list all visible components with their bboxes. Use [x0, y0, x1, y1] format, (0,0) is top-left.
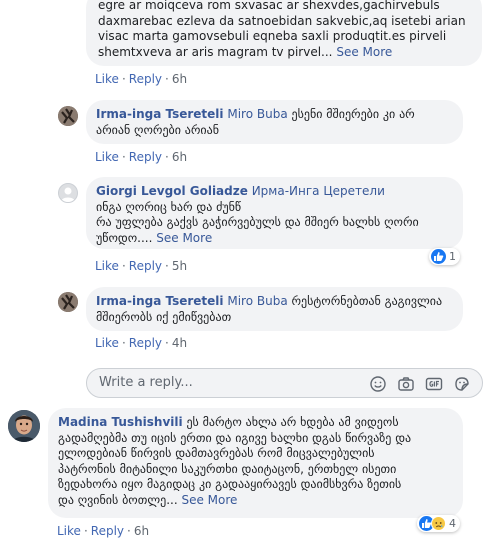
reply-input[interactable]	[97, 374, 351, 391]
comment-text-line: უწოდო....	[96, 230, 153, 245]
like-link[interactable]: Like	[95, 72, 119, 86]
avatar[interactable]	[58, 106, 78, 126]
comment-text-line: რა უფლება გაქვს გაჭირვებულს და მშიერ ხალ…	[96, 215, 419, 229]
emoji-icon[interactable]	[369, 375, 387, 393]
like-link[interactable]: Like	[95, 336, 119, 350]
comment-bubble: Madina Tushishvili ეს მარტო ახლა არ ხდებ…	[48, 408, 463, 518]
avatar[interactable]	[58, 292, 78, 312]
reply-link[interactable]: Reply	[91, 524, 124, 538]
see-more-link[interactable]: See More	[181, 493, 237, 507]
tagged-user[interactable]: Miro Buba	[227, 107, 287, 121]
tagged-user[interactable]: Ирма-Инга Церетели	[252, 184, 385, 198]
comment-bubble: egre ar moiqceva rom sxvasac ar shexvdes…	[86, 0, 482, 66]
comment-author[interactable]: Irma-inga Tsereteli	[96, 294, 224, 308]
reply-link[interactable]: Reply	[129, 150, 162, 164]
gif-icon[interactable]	[425, 375, 443, 393]
comment-text-line: ელოდებიან წირვის დამთავრებას რომ მიცვალე…	[58, 446, 375, 460]
comment-text-line: visac marta gamovsebuli eqneba saxli pro…	[98, 29, 447, 43]
see-more-link[interactable]: See More	[156, 231, 212, 245]
comment-text: მშიერობს იქ ემიწვებათ	[96, 309, 232, 324]
comment-text-line: ზედახორა იყო მაგიდაც კი გადააყირავეს დაი…	[58, 477, 402, 491]
sticker-icon[interactable]	[453, 375, 471, 393]
timestamp[interactable]: 6h	[172, 72, 187, 86]
reply-link[interactable]: Reply	[129, 72, 162, 86]
like-link[interactable]: Like	[57, 524, 81, 538]
comment-bubble: Irma-inga Tsereteli Miro Buba რესტორნებთ…	[86, 287, 463, 331]
avatar[interactable]	[8, 410, 40, 442]
sad-reaction-icon	[431, 516, 446, 531]
comment-text: რესტორნებთან გაგივლია	[287, 294, 443, 308]
reply-link[interactable]: Reply	[129, 259, 162, 273]
like-link[interactable]: Like	[95, 259, 119, 273]
comment-actions: Like · Reply · 4h	[95, 336, 188, 350]
comment-text-line: egre ar moiqceva rom sxvasac ar shexvdes…	[98, 0, 440, 12]
like-reaction-icon	[431, 249, 446, 264]
timestamp[interactable]: 6h	[134, 524, 149, 538]
reaction-summary[interactable]: 1	[429, 248, 460, 265]
reply-box	[86, 368, 483, 398]
like-link[interactable]: Like	[95, 150, 119, 164]
reaction-summary[interactable]: 4	[417, 515, 460, 532]
reaction-count: 4	[449, 517, 456, 530]
comment-text: ესენი მშიერები კი არ	[287, 107, 415, 121]
comment-text: არიან ღორები არიან	[96, 122, 219, 137]
avatar[interactable]	[58, 183, 78, 203]
comment-bubble: Irma-inga Tsereteli Miro Buba ესენი მშიე…	[86, 100, 463, 144]
comment-text-line: ინგა ღორიც ხარ და ძუნწ	[96, 199, 242, 214]
comment-author[interactable]: Madina Tushishvili	[58, 415, 183, 429]
see-more-link[interactable]: See More	[336, 45, 392, 59]
comment-text-line: daxmarebac ezleva da satnoebidan sakvebi…	[98, 13, 466, 28]
timestamp[interactable]: 5h	[172, 259, 187, 273]
comment-actions: Like · Reply · 5h	[95, 259, 188, 273]
comment-bubble: Giorgi Levgol Goliadze Ирма-Инга Церетел…	[86, 177, 463, 249]
comment-text-line: და ღვინის ბოთლე...	[58, 492, 178, 507]
comment-actions: Like · Reply · 6h	[95, 72, 188, 86]
timestamp[interactable]: 4h	[172, 336, 187, 350]
comment-author[interactable]: Irma-inga Tsereteli	[96, 107, 224, 121]
comment-text-line: shemtxveva ar aris magram tv pirvel...	[98, 44, 333, 59]
timestamp[interactable]: 6h	[172, 150, 187, 164]
camera-icon[interactable]	[397, 375, 415, 393]
comment-actions: Like · Reply · 6h	[95, 150, 188, 164]
reaction-count: 1	[449, 250, 456, 263]
comment-text-line: გადამღებმა თუ იცის ერთი და იგივე ხალხი დ…	[58, 430, 412, 445]
comment-text: ეს მარტო ახლა არ ხდება ამ ვიდეოს	[182, 415, 399, 429]
tagged-user[interactable]: Miro Buba	[227, 294, 287, 308]
comment-actions: Like · Reply · 6h	[57, 524, 150, 538]
comment-text-line: პატრონის მიტანილი საკურთხი დაიტაცონ, ერთ…	[58, 461, 397, 476]
reply-link[interactable]: Reply	[129, 336, 162, 350]
comment-author[interactable]: Giorgi Levgol Goliadze	[96, 184, 248, 198]
